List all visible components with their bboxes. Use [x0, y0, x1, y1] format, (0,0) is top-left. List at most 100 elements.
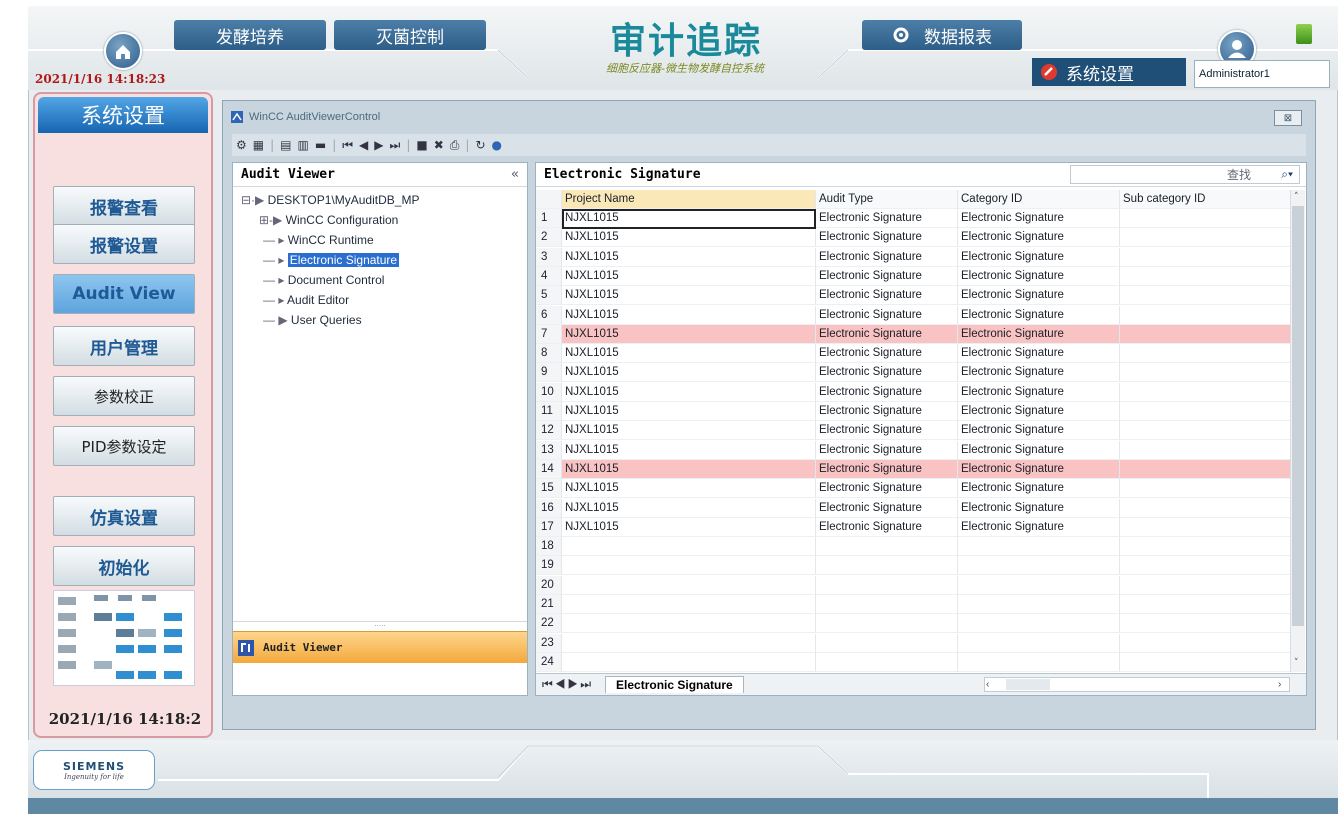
grid-cell[interactable]: Electronic Signature [958, 228, 1120, 248]
vertical-scrollbar[interactable]: ˄ ˅ [1290, 190, 1305, 672]
grid-cell[interactable] [1120, 209, 1292, 228]
grid-cell[interactable] [562, 614, 816, 634]
grid-cell[interactable]: Electronic Signature [816, 517, 958, 537]
grid-cell[interactable] [1120, 440, 1292, 460]
grid-cell[interactable] [562, 595, 816, 614]
grid-cell[interactable]: Electronic Signature [958, 440, 1120, 460]
tree-item-user-queries[interactable]: — ▶ User Queries [263, 313, 362, 327]
tree-item-electronic-signature[interactable]: — ▸ Electronic Signature [263, 253, 400, 267]
grid-cell[interactable] [1120, 459, 1292, 479]
tree-item-audit-editor[interactable]: — ▸ Audit Editor [263, 293, 349, 307]
grid-cell[interactable]: NJXL1015 [562, 286, 816, 306]
grid-cell[interactable]: Electronic Signature [816, 228, 958, 248]
grid-cell[interactable]: Electronic Signature [958, 209, 1120, 228]
grid-cell[interactable]: Electronic Signature [958, 517, 1120, 537]
grid-cell[interactable] [1120, 421, 1292, 441]
grid-cell[interactable] [1120, 402, 1292, 421]
column-header[interactable]: Category ID [958, 190, 1120, 209]
grid-cell[interactable]: NJXL1015 [562, 440, 816, 460]
grid-cell[interactable] [816, 633, 958, 653]
grid-cell[interactable]: NJXL1015 [562, 266, 816, 286]
grid-cell[interactable] [816, 537, 958, 557]
tree-root[interactable]: ⊟·▶ DESKTOP1\MyAuditDB_MP [241, 193, 419, 207]
sheet-nav-icons[interactable]: ⏮◀▶⏭ [536, 677, 593, 692]
grid-cell[interactable]: Electronic Signature [816, 421, 958, 441]
grid-cell[interactable]: Electronic Signature [816, 363, 958, 383]
print-icon[interactable]: ⎙ [450, 138, 460, 153]
home-button[interactable] [104, 32, 142, 70]
grid-cell[interactable]: NJXL1015 [562, 363, 816, 383]
grid-cell[interactable] [1120, 228, 1292, 248]
help-icon[interactable]: ● [492, 138, 502, 152]
tab-fermentation[interactable]: 发酵培养 [174, 20, 326, 50]
tree-pane-footer[interactable]: Audit Viewer [233, 631, 527, 663]
grid-cell[interactable]: Electronic Signature [816, 479, 958, 499]
grid-cell[interactable] [958, 652, 1120, 672]
grid-cell[interactable]: Electronic Signature [958, 421, 1120, 441]
grid-cell[interactable] [1120, 382, 1292, 402]
grid-cell[interactable] [958, 575, 1120, 595]
grid-cell[interactable]: Electronic Signature [958, 363, 1120, 383]
scroll-right-icon[interactable]: › [1278, 679, 1281, 690]
scroll-up-icon[interactable]: ˄ [1294, 192, 1299, 202]
grid-cell[interactable]: Electronic Signature [816, 498, 958, 518]
nav-alarm-settings[interactable]: 报警设置 [53, 224, 195, 264]
grid-cell[interactable]: NJXL1015 [562, 517, 816, 537]
grid-cell[interactable]: Electronic Signature [816, 286, 958, 306]
grid-cell[interactable] [1120, 266, 1292, 286]
grid-cell[interactable]: Electronic Signature [958, 344, 1120, 364]
previous-icon[interactable]: ◀ [359, 138, 368, 152]
grid-cell[interactable]: Electronic Signature [958, 266, 1120, 286]
next-icon[interactable]: ▶ [374, 138, 383, 152]
grid-cell[interactable]: NJXL1015 [562, 209, 816, 228]
nav-user-management[interactable]: 用户管理 [53, 326, 195, 366]
screen-thumbnail[interactable] [53, 590, 195, 686]
grid-cell[interactable]: Electronic Signature [816, 209, 958, 228]
grid-cell[interactable]: Electronic Signature [816, 266, 958, 286]
window-close-button[interactable]: ⊠ [1274, 110, 1302, 126]
grid-cell[interactable] [1120, 324, 1292, 344]
grid-cell[interactable]: NJXL1015 [562, 324, 816, 344]
grid-cell[interactable]: Electronic Signature [816, 305, 958, 325]
grid-cell[interactable]: Electronic Signature [958, 324, 1120, 344]
search-input[interactable]: 查找 ⌕▾ [1070, 165, 1300, 184]
grid-cell[interactable] [958, 614, 1120, 634]
grid-cell[interactable]: Electronic Signature [816, 440, 958, 460]
collapse-pane-icon[interactable]: « [511, 167, 519, 182]
toolbar-filter-edit-icon[interactable]: ▥ [298, 138, 309, 152]
nav-audit-view[interactable]: Audit View [53, 274, 195, 314]
grid-cell[interactable] [1120, 363, 1292, 383]
grid-cell[interactable]: Electronic Signature [958, 498, 1120, 518]
grid-cell[interactable] [1120, 517, 1292, 537]
grid-cell[interactable]: NJXL1015 [562, 402, 816, 421]
grid-cell[interactable]: Electronic Signature [816, 402, 958, 421]
grid-cell[interactable] [816, 556, 958, 576]
tab-data-report[interactable]: 数据报表 [862, 20, 1022, 50]
grid-cell[interactable] [562, 633, 816, 653]
grid-cell[interactable]: Electronic Signature [958, 459, 1120, 479]
grid-cell[interactable]: Electronic Signature [816, 324, 958, 344]
grid-cell[interactable]: Electronic Signature [816, 344, 958, 364]
grid-cell[interactable]: Electronic Signature [958, 286, 1120, 306]
scroll-down-icon[interactable]: ˅ [1294, 658, 1299, 668]
grid-cell[interactable] [1120, 556, 1292, 576]
nav-alarm-view[interactable]: 报警查看 [53, 186, 195, 226]
grid-cell[interactable]: NJXL1015 [562, 421, 816, 441]
grid-cell[interactable] [958, 537, 1120, 557]
first-page-icon[interactable]: ⏮ [342, 138, 353, 153]
grid-cell[interactable]: NJXL1015 [562, 344, 816, 364]
grid-cell[interactable] [1120, 344, 1292, 364]
grid-cell[interactable]: Electronic Signature [958, 305, 1120, 325]
toolbar-columns-icon[interactable]: ▬ [315, 138, 326, 152]
grid-cell[interactable] [958, 595, 1120, 614]
grid-cell[interactable] [1120, 575, 1292, 595]
grid-cell[interactable] [562, 652, 816, 672]
last-page-icon[interactable]: ⏭ [390, 138, 401, 153]
grid-cell[interactable] [1120, 305, 1292, 325]
grid-cell[interactable] [816, 652, 958, 672]
grid-cell[interactable]: NJXL1015 [562, 382, 816, 402]
tree-item-document-control[interactable]: — ▸ Document Control [263, 273, 384, 287]
grid-cell[interactable] [1120, 595, 1292, 614]
toolbar-settings-icon[interactable]: ⚙ [236, 138, 247, 152]
grid-cell[interactable] [562, 556, 816, 576]
